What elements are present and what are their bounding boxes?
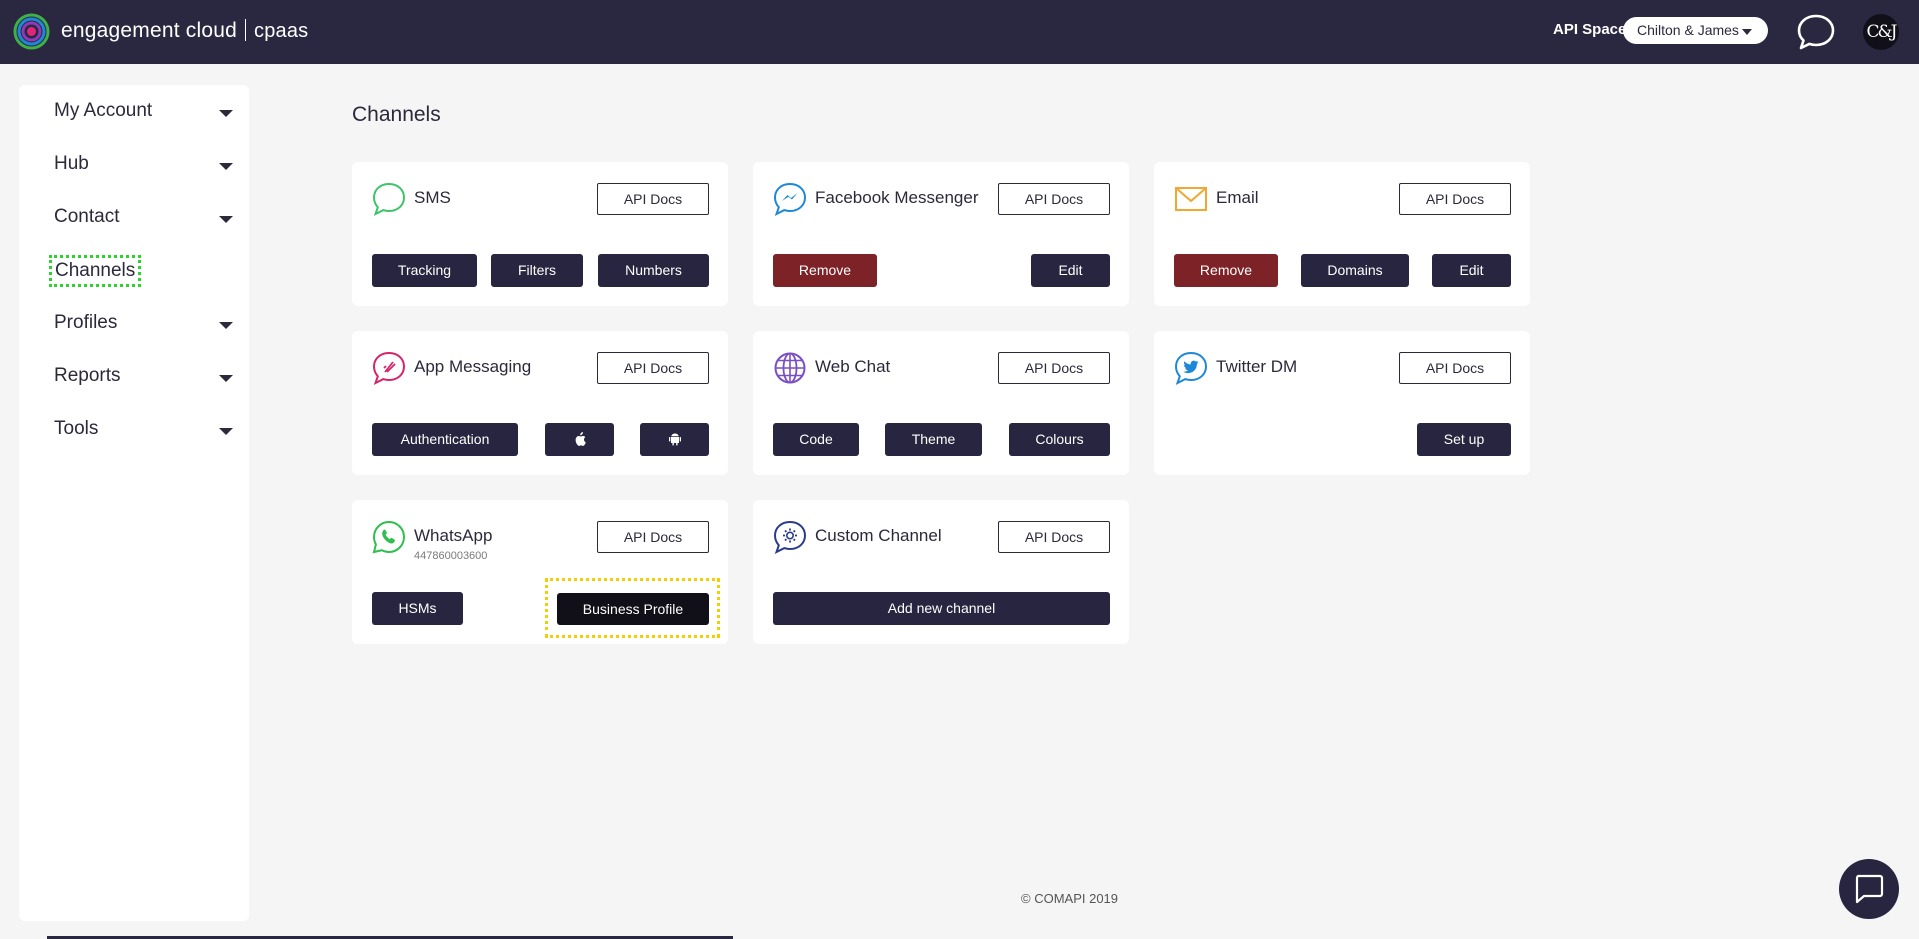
api-docs-button[interactable]: API Docs [998,352,1110,384]
api-docs-button[interactable]: API Docs [597,521,709,553]
api-docs-button[interactable]: API Docs [597,352,709,384]
android-icon [668,433,681,446]
sidebar-item-label: Tools [54,418,99,439]
avatar[interactable]: C&J [1863,14,1899,50]
sidebar-item-label: Reports [54,365,121,386]
api-docs-button[interactable]: API Docs [998,521,1110,553]
caret-down-icon [219,216,233,223]
channel-card-web-chat: Web Chat API Docs Code Theme Colours [753,331,1129,475]
theme-button[interactable]: Theme [885,423,982,456]
sidebar-item-label: Profiles [54,312,118,333]
api-space-value: Chilton & James [1637,22,1739,38]
sms-bubble-icon [372,182,406,216]
sidebar-item-profiles[interactable]: Profiles [54,310,234,340]
gear-bubble-icon [773,520,807,554]
remove-button[interactable]: Remove [773,254,877,287]
channel-title: WhatsApp [414,526,493,545]
channel-title: App Messaging [414,357,532,376]
filters-button[interactable]: Filters [491,254,583,287]
chat-launcher-button[interactable] [1839,859,1899,919]
envelope-icon [1175,187,1207,211]
sidebar-item-label: Channels [48,255,142,287]
tracking-button[interactable]: Tracking [372,254,477,287]
chevron-down-icon [1742,29,1752,35]
api-docs-button[interactable]: API Docs [1399,183,1511,215]
code-button[interactable]: Code [773,423,859,456]
sidebar: My Account Hub Contact Channels Profiles… [19,85,249,921]
channel-card-twitter-dm: Twitter DM API Docs Set up [1154,331,1530,475]
channel-title: Email [1216,188,1259,207]
whatsapp-number: 447860003600 [414,550,488,562]
channel-title: SMS [414,188,451,207]
remove-button[interactable]: Remove [1174,254,1278,287]
twitter-bird-icon [1174,351,1208,385]
globe-icon [774,352,806,384]
apple-icon [575,432,586,446]
sidebar-item-label: Hub [54,153,89,174]
api-space-select[interactable]: Chilton & James [1623,17,1768,44]
channel-card-custom-channel: Custom Channel API Docs Add new channel [753,500,1129,644]
channel-card-app-messaging: App Messaging API Docs Authentication [352,331,728,475]
brand-name: engagement cloud [61,19,237,42]
colours-button[interactable]: Colours [1009,423,1110,456]
whatsapp-icon [372,520,406,554]
caret-down-icon [219,322,233,329]
channel-title: Twitter DM [1216,357,1298,376]
sidebar-item-contact[interactable]: Contact [54,204,234,234]
app-messaging-icon [372,351,406,385]
messenger-icon [773,182,807,216]
api-space-label: API Space: [1553,21,1632,38]
channel-title: Facebook Messenger [815,188,979,207]
domains-button[interactable]: Domains [1301,254,1409,287]
channel-title: Custom Channel [815,526,942,545]
caret-down-icon [219,110,233,117]
api-docs-button[interactable]: API Docs [597,183,709,215]
edit-button[interactable]: Edit [1031,254,1110,287]
business-profile-button[interactable]: Business Profile [557,593,709,625]
chat-bubble-icon[interactable] [1796,13,1836,51]
hsms-button[interactable]: HSMs [372,592,463,625]
sidebar-item-my-account[interactable]: My Account [54,98,234,128]
set-up-button[interactable]: Set up [1417,423,1511,456]
sidebar-item-label: My Account [54,100,153,121]
chat-icon [1855,874,1884,904]
authentication-button[interactable]: Authentication [372,423,518,456]
sidebar-item-label: Contact [54,206,120,227]
channel-card-whatsapp: WhatsApp 447860003600 API Docs HSMs Busi… [352,500,728,644]
add-new-channel-button[interactable]: Add new channel [773,592,1110,625]
android-button[interactable] [640,423,709,456]
top-bar: engagement cloud cpaas API Space: Chilton… [0,0,1919,64]
sidebar-item-tools[interactable]: Tools [54,416,234,446]
brand-suffix: cpaas [254,20,309,42]
ios-button[interactable] [545,423,614,456]
engagement-cloud-logo-icon [13,13,50,50]
channel-card-email: Email API Docs Remove Domains Edit [1154,162,1530,306]
caret-down-icon [219,428,233,435]
channel-card-facebook-messenger: Facebook Messenger API Docs Remove Edit [753,162,1129,306]
edit-button[interactable]: Edit [1432,254,1511,287]
channel-title: Web Chat [815,357,891,376]
brand-title: engagement cloud cpaas [61,19,308,43]
api-docs-button[interactable]: API Docs [1399,352,1511,384]
page-title: Channels [352,103,441,126]
caret-down-icon [219,163,233,170]
numbers-button[interactable]: Numbers [598,254,709,287]
channel-card-sms: SMS API Docs Tracking Filters Numbers [352,162,728,306]
sidebar-item-channels[interactable]: Channels [48,255,234,287]
sidebar-item-reports[interactable]: Reports [54,363,234,393]
caret-down-icon [219,375,233,382]
footer-copyright: © COMAPI 2019 [1021,891,1119,906]
sidebar-item-hub[interactable]: Hub [54,151,234,181]
api-docs-button[interactable]: API Docs [998,183,1110,215]
